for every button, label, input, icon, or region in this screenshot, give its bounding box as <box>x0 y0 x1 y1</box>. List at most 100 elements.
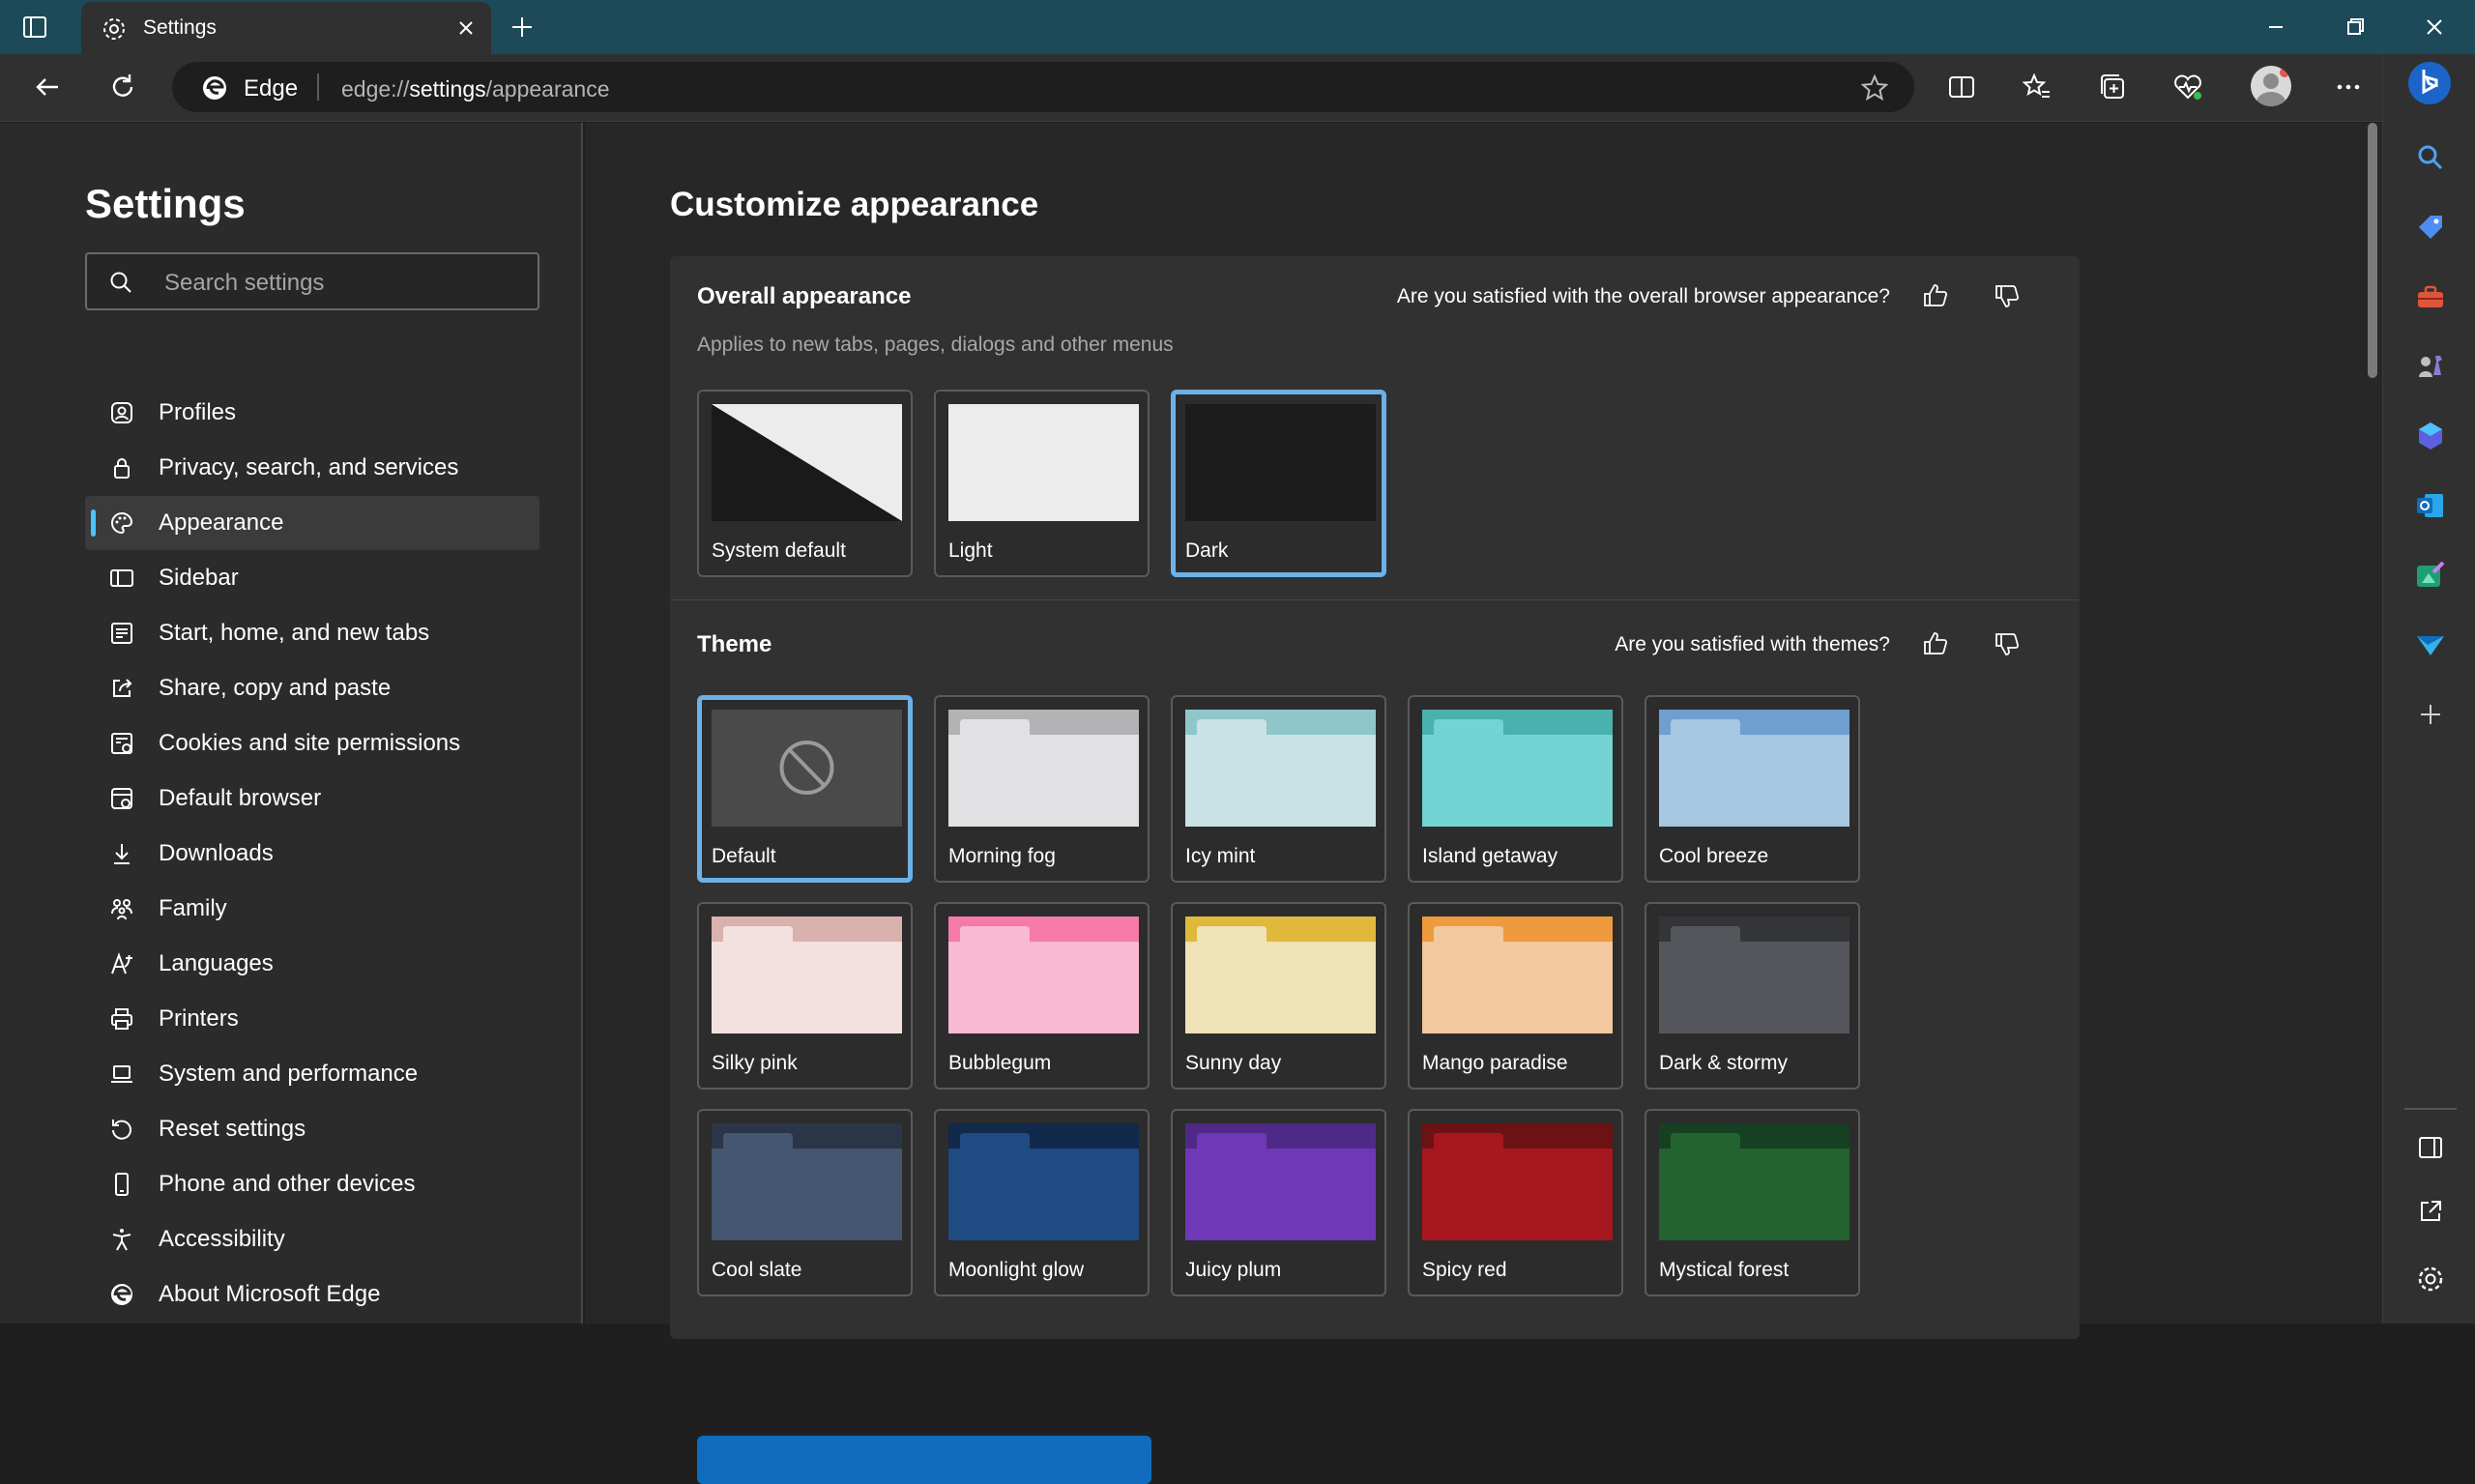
refresh-icon[interactable] <box>106 71 139 103</box>
edge-sidebar <box>2382 54 2475 1324</box>
collections-icon[interactable] <box>2096 71 2129 103</box>
tab-actions-icon[interactable] <box>21 14 48 41</box>
search-settings-input[interactable]: Search settings <box>85 252 539 310</box>
copilot-icon[interactable] <box>2406 60 2453 106</box>
thumbs-up-icon[interactable] <box>1921 281 1950 310</box>
split-screen-icon[interactable] <box>1945 71 1978 103</box>
sidebar-item-system-and-performance[interactable]: System and performance <box>85 1047 539 1101</box>
image-creator-icon[interactable] <box>2414 559 2447 592</box>
theme-option-label: Silky pink <box>712 1052 798 1074</box>
thumbs-down-icon[interactable] <box>1993 281 2022 310</box>
theme-option-morning-fog[interactable]: Morning fog <box>934 695 1150 883</box>
theme-option-sunny-day[interactable]: Sunny day <box>1171 902 1386 1090</box>
theme-option-island-getaway[interactable]: Island getaway <box>1408 695 1623 883</box>
home-tabs-icon <box>111 623 132 644</box>
appearance-option-light[interactable]: Light <box>934 390 1150 577</box>
sidebar-item-appearance[interactable]: Appearance <box>85 496 539 550</box>
sidebar-item-phone-and-other-devices[interactable]: Phone and other devices <box>85 1157 539 1211</box>
lock-icon <box>114 458 130 479</box>
theme-option-label: Cool breeze <box>1659 845 1769 867</box>
new-tab-icon[interactable] <box>509 14 536 41</box>
shopping-tag-icon[interactable] <box>2414 211 2447 244</box>
search-icon[interactable] <box>2414 141 2447 174</box>
favorite-star-icon[interactable] <box>1860 73 1889 102</box>
sidebar-item-family[interactable]: Family <box>85 882 539 936</box>
restore-icon[interactable] <box>2342 14 2369 41</box>
url-text[interactable]: edge://settings/appearance <box>341 76 610 102</box>
sidebar-item-downloads[interactable]: Downloads <box>85 827 539 881</box>
folder-preview <box>1185 917 1376 1033</box>
add-icon[interactable] <box>2414 698 2447 731</box>
theme-option-cool-slate[interactable]: Cool slate <box>697 1109 913 1296</box>
open-external-icon[interactable] <box>2414 1195 2447 1228</box>
sidebar-item-reset-settings[interactable]: Reset settings <box>85 1102 539 1156</box>
theme-option-silky-pink[interactable]: Silky pink <box>697 902 913 1090</box>
sidebar-item-cookies-and-site-permissions[interactable]: Cookies and site permissions <box>85 716 539 771</box>
sidebar-item-accessibility[interactable]: Accessibility <box>85 1212 539 1266</box>
sidebar-item-label: Phone and other devices <box>159 1171 416 1197</box>
tab-settings[interactable]: Settings <box>81 2 491 54</box>
sidebar-item-printers[interactable]: Printers <box>85 992 539 1046</box>
back-icon[interactable] <box>31 71 64 103</box>
sidebar-item-default-browser[interactable]: Default browser <box>85 771 539 826</box>
theme-option-moonlight-glow[interactable]: Moonlight glow <box>934 1109 1150 1296</box>
theme-option-mystical-forest[interactable]: Mystical forest <box>1645 1109 1860 1296</box>
theme-option-cool-breeze[interactable]: Cool breeze <box>1645 695 1860 883</box>
sidebar-item-about-microsoft-edge[interactable]: About Microsoft Edge <box>85 1267 539 1322</box>
sidebar-item-privacy-search-and-services[interactable]: Privacy, search, and services <box>85 441 539 495</box>
languages-icon <box>111 952 132 975</box>
omnibox-separator <box>317 73 319 101</box>
theme-option-spicy-red[interactable]: Spicy red <box>1408 1109 1623 1296</box>
theme-option-label: Sunny day <box>1185 1052 1282 1074</box>
theme-option-mango-paradise[interactable]: Mango paradise <box>1408 902 1623 1090</box>
sidebar-item-start-home-and-new-tabs[interactable]: Start, home, and new tabs <box>85 606 539 660</box>
sidebar-item-label: Languages <box>159 950 274 976</box>
theme-option-icy-mint[interactable]: Icy mint <box>1171 695 1386 883</box>
outlook-icon[interactable] <box>2414 489 2447 522</box>
appearance-option-label: Light <box>948 539 993 562</box>
edge-logo-icon <box>111 1284 132 1305</box>
sidebar-item-label: Appearance <box>159 509 284 536</box>
games-icon[interactable] <box>2414 350 2447 383</box>
profile-avatar[interactable] <box>2251 66 2291 106</box>
discover-themes-button[interactable] <box>697 1436 1151 1484</box>
tools-icon[interactable] <box>2414 280 2447 313</box>
theme-option-default[interactable]: Default <box>697 695 913 883</box>
section-divider <box>670 599 2080 600</box>
drop-icon[interactable] <box>2414 628 2447 661</box>
sidebar-item-profiles[interactable]: Profiles <box>85 386 539 440</box>
appearance-option-system-default[interactable]: System default <box>697 390 913 577</box>
thumbs-up-icon[interactable] <box>1921 629 1950 658</box>
scrollbar-thumb[interactable] <box>2368 123 2377 378</box>
appearance-preview <box>712 404 902 521</box>
folder-preview <box>1185 710 1376 827</box>
folder-preview <box>948 1123 1139 1240</box>
sidebar-item-label: Accessibility <box>159 1226 285 1252</box>
browser-essentials-icon[interactable] <box>2171 71 2204 103</box>
appearance-option-dark[interactable]: Dark <box>1171 390 1386 577</box>
theme-option-bubblegum[interactable]: Bubblegum <box>934 902 1150 1090</box>
sidebar-item-sidebar[interactable]: Sidebar <box>85 551 539 605</box>
sidebar-settings-icon[interactable] <box>2414 1263 2447 1295</box>
reset-icon <box>112 1120 131 1140</box>
folder-preview <box>712 1123 902 1240</box>
sidebar-item-label: Sidebar <box>159 565 239 591</box>
address-bar[interactable]: Edge edge://settings/appearance <box>172 62 1914 112</box>
more-options-icon[interactable] <box>2332 71 2365 103</box>
overall-feedback-question: Are you satisfied with the overall brows… <box>1396 285 1890 307</box>
microsoft-365-icon[interactable] <box>2414 420 2447 452</box>
close-window-icon[interactable] <box>2421 14 2448 41</box>
hide-sidebar-icon[interactable] <box>2414 1131 2447 1164</box>
sidebar-item-share-copy-and-paste[interactable]: Share, copy and paste <box>85 661 539 715</box>
theme-option-dark-stormy[interactable]: Dark & stormy <box>1645 902 1860 1090</box>
sidebar-item-languages[interactable]: Languages <box>85 937 539 991</box>
thumbs-down-icon[interactable] <box>1993 629 2022 658</box>
appearance-option-label: System default <box>712 539 846 562</box>
theme-option-juicy-plum[interactable]: Juicy plum <box>1171 1109 1386 1296</box>
minimize-icon[interactable] <box>2262 14 2289 41</box>
close-tab-icon[interactable] <box>454 16 478 40</box>
favorites-icon[interactable] <box>2021 71 2053 103</box>
folder-preview <box>1422 710 1613 827</box>
sidebar-item-label: Profiles <box>159 399 237 425</box>
theme-feedback-question: Are you satisfied with themes? <box>1615 633 1890 655</box>
